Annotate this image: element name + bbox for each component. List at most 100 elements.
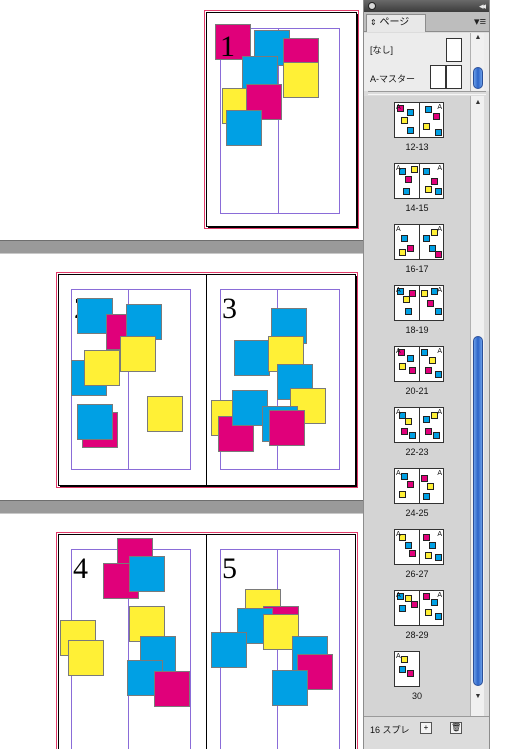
thumb-square xyxy=(435,371,442,378)
thumb-square xyxy=(405,308,412,315)
spread-count-label: 16 スプレ xyxy=(370,725,410,735)
spreads-scroll-thumb[interactable] xyxy=(473,336,483,686)
thumb-square xyxy=(425,609,432,616)
panel-menu-icon[interactable]: ▾≡ xyxy=(474,15,486,29)
thumb-square xyxy=(401,473,408,480)
spread-thumb-pages[interactable]: A xyxy=(394,651,420,687)
spreads-list: A A 12-13 A A 14-15 A A 16-17 A A 18-19 A A 20-21 A A 22-… xyxy=(364,96,470,716)
scroll-up-arrow-icon[interactable]: ▲ xyxy=(471,98,485,108)
thumb-master-label: A xyxy=(437,165,442,172)
new-page-icon[interactable]: + xyxy=(420,722,432,734)
yellow-square[interactable] xyxy=(283,62,319,98)
thumb-master-label: A xyxy=(396,226,401,233)
spread-thumbnail[interactable]: A 30 xyxy=(364,651,470,712)
spread-thumbnail[interactable]: A A 14-15 xyxy=(364,163,470,224)
spread-thumb-pages[interactable]: AA xyxy=(394,102,444,138)
thumb-spread-fold xyxy=(419,530,420,564)
thumb-square xyxy=(409,432,416,439)
spread-thumbnail[interactable]: A A 24-25 xyxy=(364,468,470,529)
tab-pages[interactable]: ⇕ ページ xyxy=(366,14,426,32)
thumb-square xyxy=(423,493,430,500)
spread-thumb-pages[interactable]: AA xyxy=(394,529,444,565)
close-icon[interactable] xyxy=(368,2,376,10)
yellow-square[interactable] xyxy=(147,396,183,432)
cyan-square[interactable] xyxy=(272,670,308,706)
thumb-square xyxy=(423,168,430,175)
spread-label: 24-25 xyxy=(405,508,429,518)
spread-thumb-pages[interactable]: AA xyxy=(394,285,444,321)
thumb-square xyxy=(435,554,442,561)
thumb-square xyxy=(405,176,412,183)
panel-splitter[interactable] xyxy=(368,91,486,95)
masters-scroll-thumb[interactable] xyxy=(473,67,483,89)
thumb-master-label: A xyxy=(396,165,401,172)
thumb-square xyxy=(399,491,406,498)
thumb-square xyxy=(421,349,428,356)
spread-thumb-pages[interactable]: AA xyxy=(394,163,444,199)
tab-pages-label: ページ xyxy=(379,17,410,28)
spread-thumbnail[interactable]: A A 12-13 xyxy=(364,102,470,163)
magenta-square[interactable] xyxy=(154,671,190,707)
yellow-square[interactable] xyxy=(84,350,120,386)
thumb-spread-fold xyxy=(419,591,420,625)
thumb-square xyxy=(433,113,440,120)
thumb-square xyxy=(427,300,434,307)
trash-icon[interactable]: 🗑 xyxy=(450,722,462,734)
cyan-square[interactable] xyxy=(129,556,165,592)
cyan-square[interactable] xyxy=(234,340,270,376)
master-thumb-none[interactable] xyxy=(446,38,462,62)
thumb-square xyxy=(423,235,430,242)
spread-thumb-pages[interactable]: AA xyxy=(394,590,444,626)
thumb-square xyxy=(431,178,438,185)
thumb-square xyxy=(405,542,412,549)
spread-thumbnail[interactable]: A A 22-23 xyxy=(364,407,470,468)
master-thumb-a-right[interactable] xyxy=(446,65,462,89)
cyan-square[interactable] xyxy=(77,404,113,440)
thumb-master-label: A xyxy=(396,531,401,538)
page-number-5: 5 xyxy=(222,552,237,585)
thumb-master-label: A xyxy=(437,592,442,599)
panel-footer: 16 スプレ + 🗑 xyxy=(364,716,490,740)
spread-thumbnail[interactable]: A A 20-21 xyxy=(364,346,470,407)
thumb-square xyxy=(435,308,442,315)
master-thumb-a-left[interactable] xyxy=(430,65,446,89)
updown-arrows-icon: ⇕ xyxy=(370,18,377,27)
thumb-square xyxy=(407,245,414,252)
thumb-master-label: A xyxy=(437,287,442,294)
scroll-up-arrow-icon[interactable]: ▲ xyxy=(471,33,485,43)
double-arrow-icon[interactable]: ◂◂ xyxy=(479,0,486,12)
thumb-spread-fold xyxy=(419,408,420,442)
master-item-a[interactable]: A-マスター xyxy=(370,72,415,85)
cyan-square[interactable] xyxy=(126,304,162,340)
thumb-square xyxy=(411,166,418,173)
thumb-square xyxy=(425,552,432,559)
spread-thumb-pages[interactable]: AA xyxy=(394,224,444,260)
spreads-scrollbar[interactable]: ▲ ▼ xyxy=(470,96,484,716)
spread-thumb-pages[interactable]: AA xyxy=(394,468,444,504)
spread-thumbnail[interactable]: A A 16-17 xyxy=(364,224,470,285)
thumb-square xyxy=(399,605,406,612)
spread-thumb-pages[interactable]: AA xyxy=(394,407,444,443)
spread-thumbnail[interactable]: A A 28-29 xyxy=(364,590,470,651)
thumb-square xyxy=(409,550,416,557)
master-item-none[interactable]: [なし] xyxy=(370,43,393,56)
masters-scrollbar[interactable]: ▲ xyxy=(470,33,484,91)
thumb-square xyxy=(431,599,438,606)
spread-thumbnail[interactable]: A A 18-19 xyxy=(364,285,470,346)
spread-thumb-pages[interactable]: AA xyxy=(394,346,444,382)
thumb-master-label: A xyxy=(437,531,442,538)
master-label: [なし] xyxy=(370,45,394,55)
panel-title-bar[interactable]: ◂◂ xyxy=(364,0,490,12)
spread-thumbnail[interactable]: A A 26-27 xyxy=(364,529,470,590)
cyan-square[interactable] xyxy=(226,110,262,146)
magenta-square[interactable] xyxy=(269,410,305,446)
thumb-spread-fold xyxy=(419,347,420,381)
cyan-square[interactable] xyxy=(211,632,247,668)
thumb-square xyxy=(411,601,418,608)
thumb-square xyxy=(435,129,442,136)
thumb-spread-fold xyxy=(419,103,420,137)
yellow-square[interactable] xyxy=(120,336,156,372)
scroll-down-arrow-icon[interactable]: ▼ xyxy=(471,692,485,702)
yellow-square[interactable] xyxy=(68,640,104,676)
indesign-window: 1 2 3 xyxy=(0,0,517,749)
